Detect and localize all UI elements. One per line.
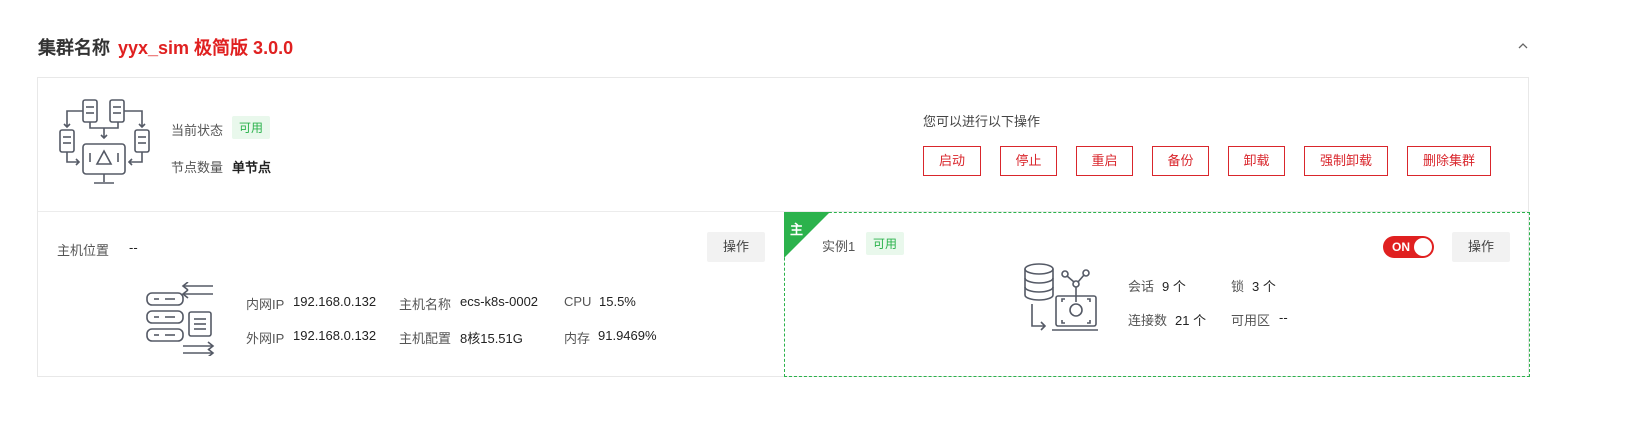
state-badge: 可用 <box>232 116 271 139</box>
cluster-topology-icon <box>59 99 150 184</box>
sessions-value: 9 个 <box>1162 279 1186 294</box>
chevron-up-icon[interactable] <box>1515 38 1531 54</box>
host-location-label: 主机位置 <box>57 243 110 258</box>
server-transfer-icon <box>146 282 215 356</box>
memory-label: 内存 <box>564 331 591 346</box>
hostname-value: ecs-k8s-0002 <box>460 294 539 309</box>
sessions-label: 会话 <box>1128 279 1155 294</box>
connections-label: 连接数 <box>1128 313 1168 328</box>
zone-value: -- <box>1279 310 1288 325</box>
toggle-knob <box>1414 238 1432 256</box>
outer-ip-value: 192.168.0.132 <box>293 328 377 343</box>
instance-toggle[interactable]: ON <box>1383 236 1434 258</box>
instance-state-badge: 可用 <box>866 232 905 255</box>
cluster-label: 集群名称 <box>38 38 110 58</box>
uninstall-button[interactable]: 卸载 <box>1228 146 1285 176</box>
primary-corner-label: 主 <box>790 222 804 237</box>
outer-ip-label: 外网IP <box>246 331 285 346</box>
nodes-value: 单节点 <box>232 160 272 175</box>
backup-button[interactable]: 备份 <box>1152 146 1209 176</box>
start-button[interactable]: 启动 <box>923 146 981 176</box>
stop-button[interactable]: 停止 <box>1000 146 1057 176</box>
delete-cluster-button[interactable]: 删除集群 <box>1407 146 1491 176</box>
instance-action-button[interactable]: 操作 <box>1452 232 1510 262</box>
cpu-label: CPU <box>564 294 592 309</box>
connections-value: 21 个 <box>1175 313 1207 328</box>
locks-label: 锁 <box>1231 279 1245 294</box>
restart-button[interactable]: 重启 <box>1076 146 1133 176</box>
zone-label: 可用区 <box>1231 313 1271 328</box>
host-location-value: -- <box>129 240 138 255</box>
inner-ip-label: 内网IP <box>246 297 285 312</box>
cpu-value: 15.5% <box>599 294 636 309</box>
cluster-name: yyx_sim 极简版 3.0.0 <box>118 38 294 58</box>
instance-name: 实例1 <box>822 239 856 254</box>
inner-ip-value: 192.168.0.132 <box>293 294 377 309</box>
host-action-button[interactable]: 操作 <box>707 232 765 262</box>
locks-value: 3 个 <box>1252 279 1276 294</box>
hostname-label: 主机名称 <box>399 297 452 312</box>
database-analytics-icon <box>1024 263 1098 331</box>
operations-title: 您可以进行以下操作 <box>923 114 1041 129</box>
force-uninstall-button[interactable]: 强制卸载 <box>1304 146 1388 176</box>
host-config-label: 主机配置 <box>399 331 452 346</box>
state-label: 当前状态 <box>171 123 224 138</box>
memory-value: 91.9469% <box>598 328 657 343</box>
nodes-label: 节点数量 <box>171 160 224 175</box>
toggle-label: ON <box>1392 240 1410 254</box>
host-config-value: 8核15.51G <box>460 331 523 346</box>
cluster-title: 集群名称 yyx_sim 极简版 3.0.0 <box>38 34 293 60</box>
